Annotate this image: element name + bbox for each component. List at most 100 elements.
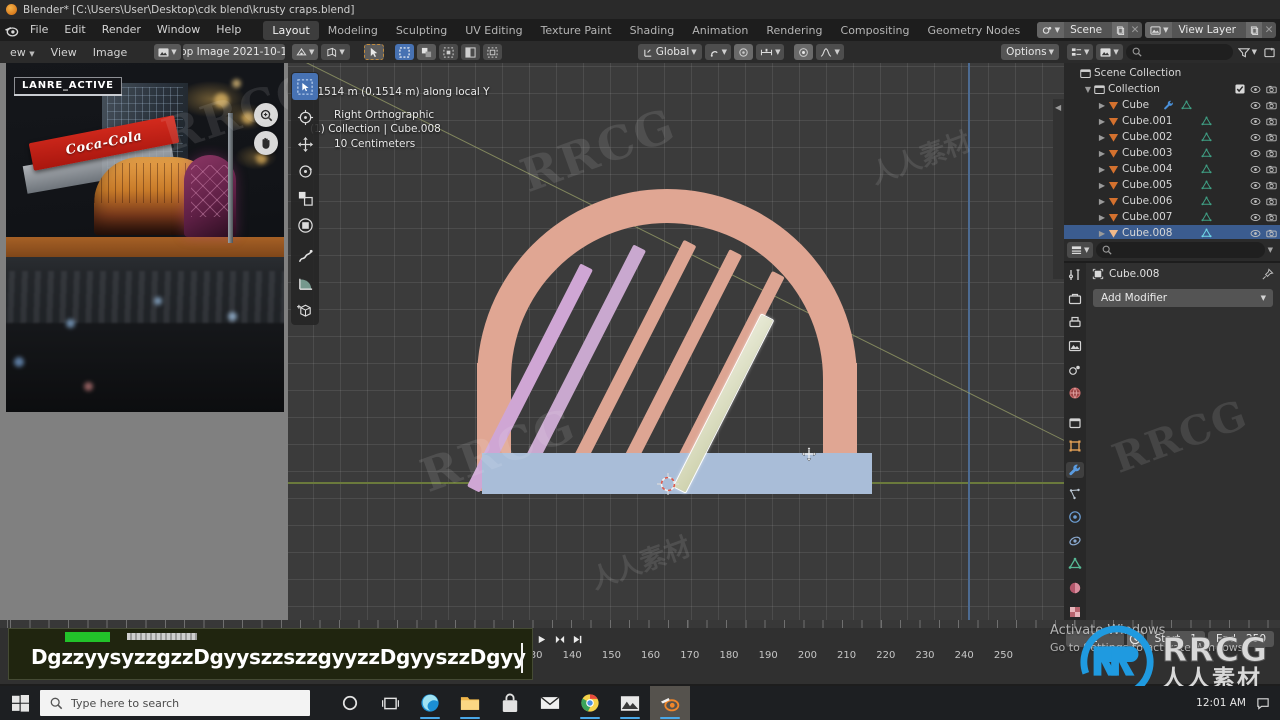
image-editor-menu-image[interactable]: Image	[86, 46, 134, 59]
chrome-icon[interactable]	[570, 686, 610, 720]
image-editor-canvas[interactable]: Coca-Cola LANRE_ACTIVE	[0, 63, 288, 620]
pin-icon[interactable]	[1261, 267, 1274, 281]
notifications-icon[interactable]	[1256, 696, 1270, 710]
outliner-row-cube-001[interactable]: ▶ Cube.001	[1064, 113, 1280, 129]
select-circle-mode[interactable]	[416, 44, 436, 60]
viewport-options-dropdown[interactable]: Options ▼	[1001, 44, 1059, 60]
mesh-data-icon[interactable]	[1200, 163, 1212, 175]
hide-in-viewport-icon[interactable]	[1250, 117, 1261, 126]
hide-in-viewport-icon[interactable]	[1250, 181, 1261, 190]
disable-in-render-icon[interactable]	[1266, 181, 1277, 190]
mesh-data-icon[interactable]	[1200, 131, 1212, 143]
workspace-tab-sculpting[interactable]: Sculpting	[387, 21, 456, 40]
measure-tool-icon[interactable]	[292, 270, 318, 297]
chevron-right-icon[interactable]: ▶	[1096, 197, 1108, 206]
scene-tab-icon[interactable]	[1066, 361, 1084, 378]
jump-to-end-button[interactable]	[569, 631, 586, 647]
outliner-row-scene-collection[interactable]: Scene Collection	[1064, 65, 1280, 81]
add-modifier-button[interactable]: Add Modifier ▼	[1093, 289, 1273, 307]
outliner-row-cube-006[interactable]: ▶ Cube.006	[1064, 193, 1280, 209]
proportional-falloff-button[interactable]	[794, 44, 814, 60]
select-box-tool-icon[interactable]	[292, 73, 318, 100]
hide-in-viewport-icon[interactable]	[1250, 85, 1261, 94]
falloff-curve-dropdown[interactable]: ▼	[816, 44, 844, 60]
outliner-display-mode-dropdown[interactable]: ▼	[1096, 44, 1123, 60]
mesh-data-icon[interactable]	[1181, 99, 1192, 111]
snap-magnet-button[interactable]: ▼	[704, 44, 732, 60]
task-view-icon[interactable]	[370, 686, 410, 720]
menu-render[interactable]: Render	[94, 21, 149, 39]
disable-in-render-icon[interactable]	[1266, 149, 1277, 158]
outliner-row-collection[interactable]: ▼ Collection	[1064, 81, 1280, 97]
transform-orientation-dropdown[interactable]: Global ▼	[637, 44, 702, 60]
next-keyframe-button[interactable]	[551, 631, 568, 647]
outliner-search-input[interactable]	[1125, 44, 1233, 60]
workspace-tab-modeling[interactable]: Modeling	[319, 21, 387, 40]
taskbar-search-input[interactable]: Type here to search	[40, 690, 310, 716]
edge-icon[interactable]	[410, 686, 450, 720]
object-data-tab-icon[interactable]	[1066, 556, 1084, 573]
chevron-right-icon[interactable]: ▶	[1096, 229, 1108, 238]
select-invert-mode[interactable]	[460, 44, 480, 60]
disable-in-render-icon[interactable]	[1266, 117, 1277, 126]
chevron-right-icon[interactable]: ▶	[1096, 117, 1108, 126]
viewlayer-tab-icon[interactable]	[1066, 338, 1084, 355]
play-button[interactable]	[533, 631, 550, 647]
workspace-tab-geometry-nodes[interactable]: Geometry Nodes	[918, 21, 1029, 40]
menu-help[interactable]: Help	[208, 21, 249, 39]
outliner-editor-type-icon[interactable]: ▼	[1067, 44, 1094, 60]
outliner-row-cube[interactable]: ▶ Cube	[1064, 97, 1280, 113]
disable-in-render-icon[interactable]	[1266, 213, 1277, 222]
menu-file[interactable]: File	[22, 21, 56, 39]
outliner-filter-icon[interactable]: ▼	[1236, 44, 1259, 60]
world-tab-icon[interactable]	[1066, 385, 1084, 402]
outliner-row-cube-005[interactable]: ▶ Cube.005	[1064, 177, 1280, 193]
new-scene-button[interactable]	[1112, 22, 1129, 38]
scale-tool-icon[interactable]	[292, 185, 318, 212]
move-tool-icon[interactable]	[292, 131, 318, 158]
mesh-data-icon[interactable]	[1200, 115, 1212, 127]
outliner-row-cube-002[interactable]: ▶ Cube.002	[1064, 129, 1280, 145]
new-viewlayer-button[interactable]	[1246, 22, 1262, 38]
modifier-wrench-icon[interactable]	[1163, 100, 1174, 110]
editor-type-viewport-icon[interactable]: ▼	[292, 44, 319, 60]
render-tab-icon[interactable]	[1066, 291, 1084, 308]
rotate-tool-icon[interactable]	[292, 158, 318, 185]
workspace-tab-texture-paint[interactable]: Texture Paint	[532, 21, 621, 40]
viewport-canvas[interactable]: D 0.1514 m (0.1514 m) along local Y Righ…	[288, 63, 1064, 620]
image-browse-button[interactable]: ▼	[154, 44, 181, 60]
mesh-data-icon[interactable]	[1200, 195, 1212, 207]
outliner-row-cube-007[interactable]: ▶ Cube.007	[1064, 209, 1280, 225]
chevron-right-icon[interactable]: ▶	[1096, 149, 1108, 158]
blender-logo-icon[interactable]	[0, 19, 22, 41]
properties-search-input[interactable]	[1096, 242, 1265, 258]
modifier-tab-icon[interactable]	[1066, 461, 1084, 479]
hide-in-viewport-icon[interactable]	[1250, 229, 1261, 238]
mesh-data-icon[interactable]	[1200, 227, 1212, 239]
disable-in-render-icon[interactable]	[1266, 229, 1277, 238]
cursor-tool-icon[interactable]	[292, 104, 318, 131]
blender-icon[interactable]	[650, 686, 690, 720]
viewlayer-selector[interactable]: ▼ View Layer ✕	[1145, 22, 1276, 38]
hide-in-viewport-icon[interactable]	[1250, 101, 1261, 110]
mail-icon[interactable]	[530, 686, 570, 720]
material-tab-icon[interactable]	[1066, 580, 1084, 597]
chevron-right-icon[interactable]: ▶	[1096, 213, 1108, 222]
select-extend-mode[interactable]	[482, 44, 502, 60]
cortana-icon[interactable]	[330, 686, 370, 720]
outliner-tree[interactable]: Scene Collection ▼ Collection ▶ Cube ▶ Cube.00…	[1064, 63, 1280, 239]
select-lasso-mode[interactable]	[438, 44, 458, 60]
editor-type-dropdown[interactable]: ew ▼	[3, 46, 42, 59]
disable-in-render-icon[interactable]	[1266, 197, 1277, 206]
output-tab-icon[interactable]	[1066, 314, 1084, 331]
workspace-tab-layout[interactable]: Layout	[263, 20, 319, 40]
photos-icon[interactable]	[610, 686, 650, 720]
hide-in-viewport-icon[interactable]	[1250, 165, 1261, 174]
collection-checkbox[interactable]	[1235, 84, 1245, 94]
viewport-sidebar-tab-strip[interactable]: ◀	[1053, 99, 1064, 279]
menu-window[interactable]: Window	[149, 21, 208, 39]
file-explorer-icon[interactable]	[450, 686, 490, 720]
outliner-row-cube-008[interactable]: ▶ Cube.008	[1064, 225, 1280, 239]
chevron-down-icon[interactable]: ▼	[1082, 85, 1094, 94]
mesh-data-icon[interactable]	[1200, 179, 1212, 191]
